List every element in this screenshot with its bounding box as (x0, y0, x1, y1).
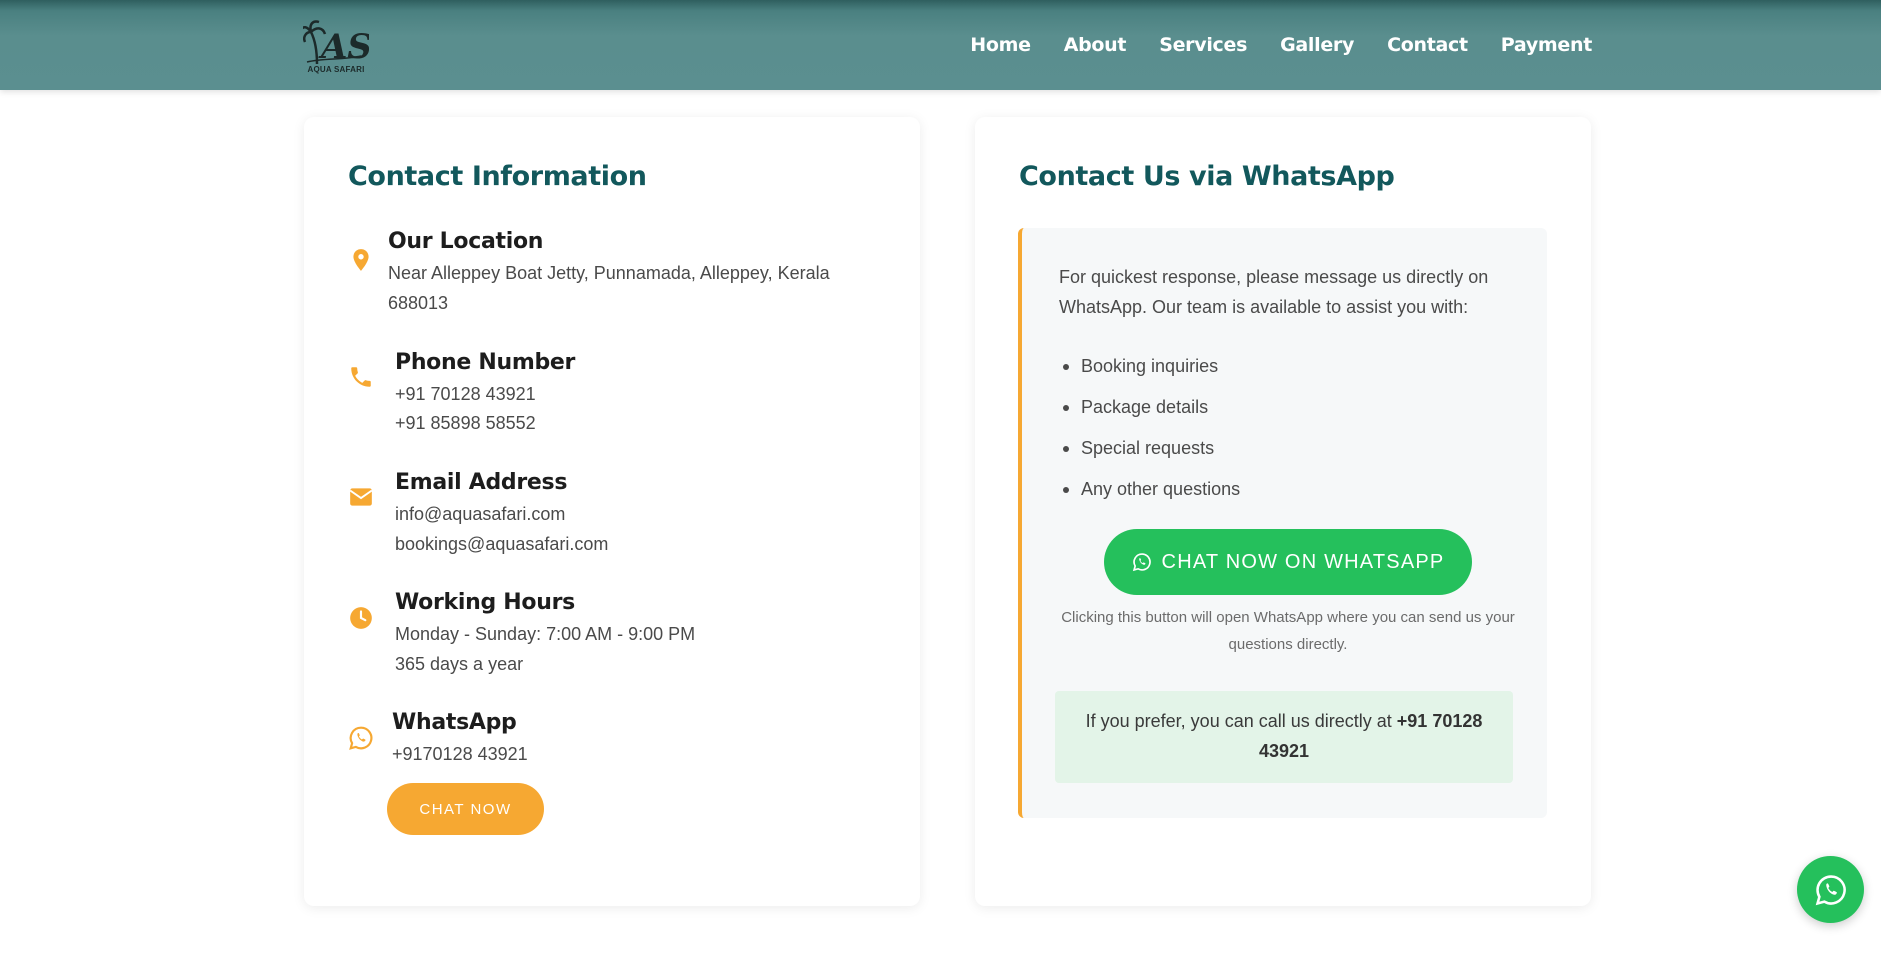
call-us-box: If you prefer, you can call us directly … (1055, 691, 1513, 783)
nav-contact[interactable]: Contact (1387, 34, 1468, 56)
nav-gallery[interactable]: Gallery (1280, 34, 1354, 56)
hours-title: Working Hours (395, 590, 575, 615)
whatsapp-contact-card: Contact Us via WhatsApp For quickest res… (975, 117, 1591, 906)
nav-services[interactable]: Services (1159, 34, 1247, 56)
list-item: Package details (1059, 395, 1240, 436)
chat-on-whatsapp-button[interactable]: CHAT NOW ON WHATSAPP (1104, 529, 1472, 595)
whatsapp-number[interactable]: +9170128 43921 (392, 744, 528, 765)
whatsapp-icon (349, 726, 373, 750)
whatsapp-panel-title: Contact Us via WhatsApp (1019, 161, 1395, 192)
main-nav: Home About Services Gallery Contact Paym… (970, 34, 1592, 56)
location-line2: 688013 (388, 293, 449, 313)
whatsapp-icon (1815, 874, 1846, 905)
chat-now-button[interactable]: CHAT NOW (387, 783, 544, 835)
location-title: Our Location (388, 229, 544, 254)
whatsapp-assist-list: Booking inquiries Package details Specia… (1059, 354, 1240, 518)
site-header: AS AQUA SAFARI Home About Services Galle… (0, 0, 1881, 90)
envelope-icon (349, 488, 373, 506)
hours-line1: Monday - Sunday: 7:00 AM - 9:00 PM (395, 624, 696, 644)
nav-about[interactable]: About (1064, 34, 1127, 56)
phone-line1[interactable]: +91 70128 43921 (395, 384, 536, 405)
call-prefix: If you prefer, you can call us directly … (1085, 711, 1397, 731)
location-line1: Near Alleppey Boat Jetty, Punnamada, All… (388, 263, 830, 283)
site-logo[interactable]: AS AQUA SAFARI (299, 16, 372, 74)
logo-text: AQUA SAFARI (307, 65, 365, 74)
floating-whatsapp-button[interactable] (1797, 856, 1864, 923)
phone-line2[interactable]: +91 85898 58552 (395, 413, 536, 434)
phone-icon (351, 367, 371, 387)
email-line1[interactable]: info@aquasafari.com (395, 504, 565, 525)
email-title: Email Address (395, 470, 568, 495)
whatsapp-button-note: Clicking this button will open WhatsApp … (1061, 609, 1515, 653)
list-item: Any other questions (1059, 477, 1240, 518)
whatsapp-icon (1132, 553, 1151, 572)
map-pin-icon (353, 249, 369, 271)
contact-info-card: Contact Information Our Location Near Al… (304, 117, 920, 906)
nav-home[interactable]: Home (970, 34, 1031, 56)
email-line2[interactable]: bookings@aquasafari.com (395, 534, 608, 555)
whatsapp-intro: For quickest response, please message us… (1059, 267, 1489, 317)
whatsapp-info-box: For quickest response, please message us… (1018, 228, 1547, 818)
palm-tree-icon: AS (299, 20, 372, 67)
hours-line2: 365 days a year (395, 654, 524, 674)
list-item: Special requests (1059, 436, 1240, 477)
phone-title: Phone Number (395, 350, 576, 375)
chat-on-whatsapp-label: CHAT NOW ON WHATSAPP (1161, 550, 1445, 573)
contact-info-title: Contact Information (348, 161, 647, 192)
nav-payment[interactable]: Payment (1501, 34, 1593, 56)
clock-icon (350, 607, 372, 629)
list-item: Booking inquiries (1059, 354, 1240, 395)
whatsapp-title: WhatsApp (392, 710, 517, 735)
